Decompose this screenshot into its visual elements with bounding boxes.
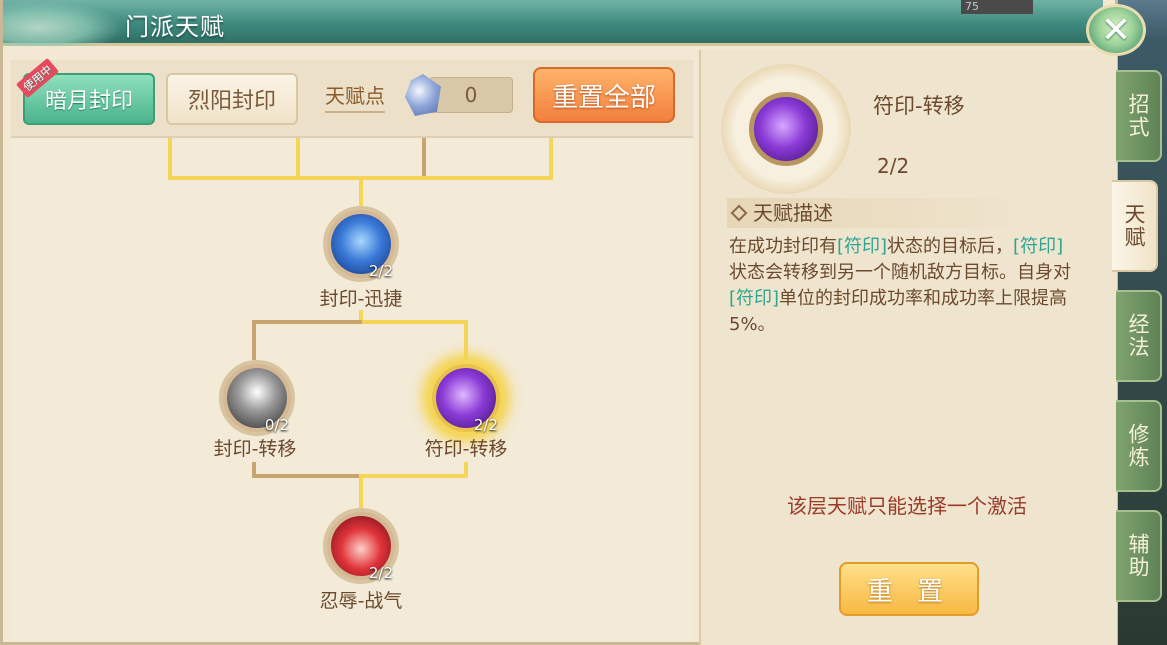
talent-node-fuyin-zhuanyi[interactable]: 2/2 <box>428 360 504 436</box>
window-title: 门派天赋 <box>125 13 225 41</box>
desc-segment: 状态的目标后， <box>887 236 1014 257</box>
side-tab-zhaoshi[interactable]: 招式 <box>1116 70 1162 162</box>
side-tab-xiulian[interactable]: 修炼 <box>1116 400 1162 492</box>
detail-talent-name: 符印-转移 <box>873 94 965 118</box>
top-counter: 75 <box>961 0 1033 14</box>
side-tab-bar: 招式 天赋 经法 修炼 辅助 <box>1112 70 1167 645</box>
description-header-text: 天赋描述 <box>753 201 833 225</box>
side-tab-jingfa[interactable]: 经法 <box>1116 290 1162 382</box>
tab-anyue-fengyin[interactable]: 使用中 暗月封印 <box>16 57 155 125</box>
tree-connector <box>296 138 300 180</box>
tree-connector <box>252 320 256 360</box>
node-level: 2/2 <box>473 416 498 434</box>
node-level: 0/2 <box>264 416 289 434</box>
tree-connector <box>252 320 362 324</box>
talent-window: 门派天赋 75 使用中 暗月封印 烈阳封印 天赋点 0 重置全部 2/2 封印-… <box>0 0 1118 645</box>
selected-talent-icon <box>721 64 851 194</box>
talent-node-renru-zhanqi[interactable]: 2/2 <box>323 508 399 584</box>
talent-node-fengyin-xunjie[interactable]: 2/2 <box>323 206 399 282</box>
description-text: 在成功封印有[符印]状态的目标后，[符印]状态会转移到另一个随机敌方目标。自身对… <box>729 234 1079 338</box>
tree-connector <box>549 138 553 180</box>
talent-points-value: 0 <box>429 77 513 113</box>
desc-keyword: [符印] <box>729 288 780 309</box>
tree-connector <box>464 320 468 360</box>
tab-label: 烈阳封印 <box>187 89 276 114</box>
reset-all-button[interactable]: 重置全部 <box>533 67 675 123</box>
talent-tree: 2/2 封印-迅捷 0/2 封印-转移 2/2 符印-转移 2/2 忍辱-战气 <box>11 138 693 640</box>
desc-segment: 单位的封印成功率和成功率上限提高5%。 <box>729 288 1068 335</box>
tree-connector <box>359 176 363 210</box>
close-button[interactable]: ✕ <box>1086 4 1146 56</box>
desc-keyword: [符印] <box>837 236 888 257</box>
close-icon: ✕ <box>1100 9 1132 51</box>
tree-connector <box>168 138 172 180</box>
title-bar: 门派天赋 <box>3 0 1103 46</box>
side-tab-tianfu[interactable]: 天赋 <box>1112 180 1158 272</box>
purple-rune-icon <box>749 92 823 166</box>
node-label: 忍辱-战气 <box>319 590 403 612</box>
desc-segment: 在成功封印有 <box>729 236 837 257</box>
detail-talent-level: 2/2 <box>877 154 910 178</box>
reset-button[interactable]: 重 置 <box>839 562 979 616</box>
node-label: 符印-转移 <box>424 438 508 460</box>
tree-connector <box>252 474 362 478</box>
tree-connector <box>359 320 467 324</box>
node-label: 封印-转移 <box>213 438 297 460</box>
talent-node-fengyin-zhuanyi[interactable]: 0/2 <box>219 360 295 436</box>
desc-keyword: [符印] <box>1013 236 1064 257</box>
node-label: 封印-迅捷 <box>319 288 403 310</box>
talent-toolbar: 使用中 暗月封印 烈阳封印 天赋点 0 重置全部 <box>11 57 693 138</box>
talent-points-label: 天赋点 <box>325 80 385 113</box>
node-level: 2/2 <box>368 262 393 280</box>
tab-lieyang-fengyin[interactable]: 烈阳封印 <box>166 73 298 125</box>
tree-connector <box>359 474 363 512</box>
layer-notice: 该层天赋只能选择一个激活 <box>787 494 1027 518</box>
points-number: 0 <box>464 83 478 107</box>
node-level: 2/2 <box>368 564 393 582</box>
tab-label: 暗月封印 <box>44 89 133 114</box>
talent-detail-panel: 符印-转移 2/2 天赋描述 在成功封印有[符印]状态的目标后，[符印]状态会转… <box>699 50 1117 645</box>
diamond-icon <box>730 204 748 222</box>
tree-connector <box>359 474 467 478</box>
side-tab-fuzhu[interactable]: 辅助 <box>1116 510 1162 602</box>
talent-tree-panel: 使用中 暗月封印 烈阳封印 天赋点 0 重置全部 2/2 封印-迅捷 0/2 封… <box>11 57 693 640</box>
tree-connector <box>422 138 426 180</box>
desc-segment: 状态会转移到另一个随机敌方目标。自身对 <box>729 262 1071 283</box>
description-header: 天赋描述 <box>727 198 1057 228</box>
